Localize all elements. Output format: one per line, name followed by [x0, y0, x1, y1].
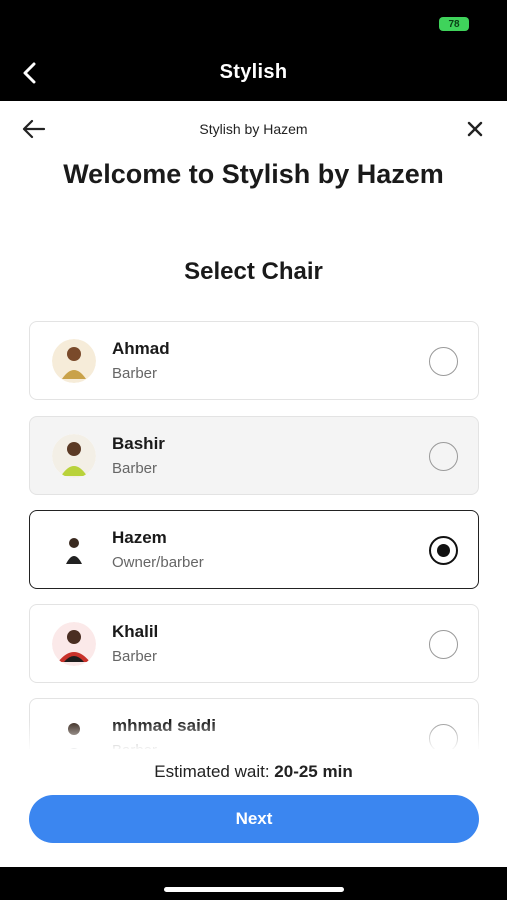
- wait-value: 20-25 min: [274, 762, 353, 781]
- avatar: [52, 339, 96, 383]
- radio-button-selected[interactable]: [429, 536, 458, 565]
- list-fade: [0, 721, 507, 751]
- nav-title: Stylish: [219, 61, 288, 83]
- radio-button[interactable]: [429, 630, 458, 659]
- chair-name: Bashir: [112, 434, 165, 453]
- battery-indicator: 78: [439, 17, 469, 31]
- chair-role: Owner/barber: [112, 554, 204, 571]
- chair-option-ahmad[interactable]: Ahmad Barber: [29, 321, 479, 400]
- radio-button[interactable]: [429, 347, 458, 376]
- home-bar: [0, 867, 507, 900]
- chair-option-bashir[interactable]: Bashir Barber: [29, 416, 479, 495]
- radio-button[interactable]: [429, 442, 458, 471]
- chair-role: Barber: [112, 648, 158, 665]
- chair-role: Barber: [112, 460, 158, 477]
- booking-sheet: Stylish by Hazem Welcome to Stylish by H…: [0, 101, 507, 867]
- chair-option-hazem[interactable]: Hazem Owner/barber: [29, 510, 479, 589]
- avatar: [52, 434, 96, 478]
- welcome-heading: Welcome to Stylish by Hazem: [63, 159, 444, 189]
- chair-name: Hazem: [112, 528, 167, 547]
- sheet-header: Stylish by Hazem: [0, 101, 507, 157]
- close-icon[interactable]: [465, 119, 485, 139]
- chair-name: Ahmad: [112, 339, 170, 358]
- next-button[interactable]: Next: [29, 795, 479, 843]
- section-title: Select Chair: [184, 258, 323, 285]
- wait-label: Estimated wait:: [154, 762, 275, 781]
- top-nav-bar: Stylish: [0, 48, 507, 101]
- chair-role: Barber: [112, 365, 158, 382]
- chair-option-khalil[interactable]: Khalil Barber: [29, 604, 479, 683]
- avatar: [52, 622, 96, 666]
- home-indicator[interactable]: [164, 887, 344, 892]
- avatar: [52, 528, 96, 572]
- sheet-title: Stylish by Hazem: [199, 121, 308, 137]
- chair-name: Khalil: [112, 622, 159, 641]
- status-bar: 78: [0, 0, 507, 48]
- booking-footer: Estimated wait: 20-25 min Next: [0, 749, 507, 867]
- estimated-wait: Estimated wait: 20-25 min: [0, 762, 507, 782]
